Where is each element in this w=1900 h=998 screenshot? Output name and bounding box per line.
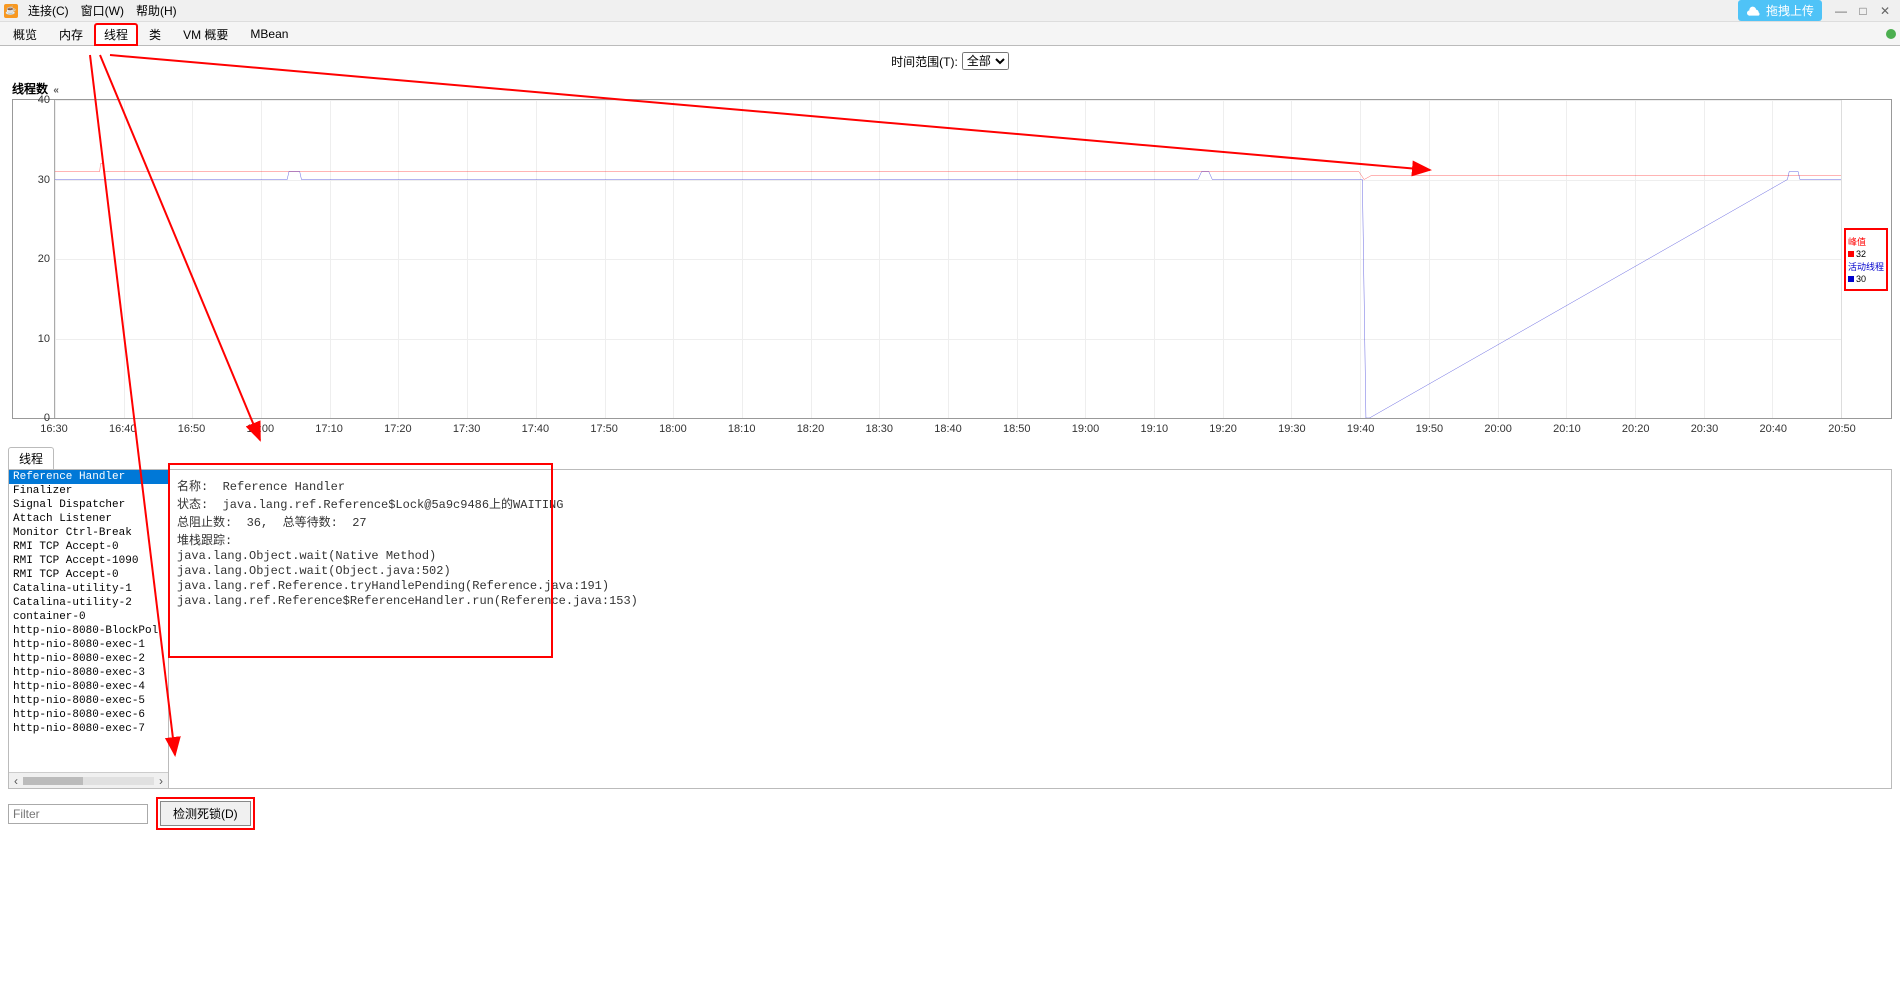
y-tick: 20 <box>38 253 50 265</box>
filter-input[interactable] <box>8 804 148 824</box>
cloud-upload-label: 拖拽上传 <box>1766 2 1814 19</box>
thread-list-item[interactable]: http-nio-8080-BlockPol <box>9 624 168 638</box>
chart-series-活动线程 <box>55 172 1841 418</box>
thread-list-item[interactable]: http-nio-8080-exec-4 <box>9 680 168 694</box>
x-tick: 16:40 <box>109 423 137 435</box>
x-tick: 20:50 <box>1828 423 1856 435</box>
thread-list-items[interactable]: Reference HandlerFinalizerSignal Dispatc… <box>9 470 168 772</box>
x-tick: 19:20 <box>1209 423 1237 435</box>
legend-value: 30 <box>1848 274 1884 284</box>
scroll-left-icon[interactable]: ‹ <box>9 774 23 788</box>
close-button[interactable]: ✕ <box>1875 3 1895 19</box>
thread-list-item[interactable]: http-nio-8080-exec-6 <box>9 708 168 722</box>
detail-line: 状态: java.lang.ref.Reference$Lock@5a9c948… <box>177 495 1883 512</box>
x-tick: 18:00 <box>659 423 687 435</box>
y-tick: 30 <box>38 174 50 186</box>
thread-list-item[interactable]: http-nio-8080-exec-5 <box>9 694 168 708</box>
thread-list-item[interactable]: Catalina-utility-1 <box>9 582 168 596</box>
x-tick: 19:50 <box>1416 423 1444 435</box>
threads-subtab[interactable]: 线程 <box>8 447 54 469</box>
x-tick: 17:20 <box>384 423 412 435</box>
x-tick: 16:50 <box>178 423 206 435</box>
chart-series-峰值 <box>55 164 1841 180</box>
x-tick: 19:10 <box>1141 423 1169 435</box>
x-tick: 17:00 <box>247 423 275 435</box>
detail-line: 堆栈跟踪: <box>177 531 1883 548</box>
x-tick: 17:10 <box>315 423 343 435</box>
thread-list-item[interactable]: http-nio-8080-exec-3 <box>9 666 168 680</box>
time-range-select[interactable]: 全部 <box>962 52 1009 70</box>
thread-list-item[interactable]: RMI TCP Accept-1090 <box>9 554 168 568</box>
x-tick: 18:20 <box>797 423 825 435</box>
x-tick: 17:40 <box>522 423 550 435</box>
thread-list-hscroll[interactable]: ‹ › <box>9 772 168 788</box>
thread-detail-pane: 名称: Reference Handler状态: java.lang.ref.R… <box>169 470 1891 788</box>
detail-line: 名称: Reference Handler <box>177 477 1883 494</box>
menu-window[interactable]: 窗口(W) <box>75 0 130 21</box>
y-tick: 40 <box>38 94 50 106</box>
thread-chart: 010203040 峰值32活动线程30 <box>12 99 1892 419</box>
tab-memory[interactable]: 内存 <box>48 22 94 46</box>
tab-threads[interactable]: 线程 <box>94 23 138 46</box>
thread-list-item[interactable]: container-0 <box>9 610 168 624</box>
main-tabbar: 概览 内存 线程 类 VM 概要 MBean <box>0 22 1900 46</box>
tab-vm-summary[interactable]: VM 概要 <box>172 22 239 46</box>
thread-list-item[interactable]: RMI TCP Accept-0 <box>9 568 168 582</box>
tab-overview[interactable]: 概览 <box>2 22 48 46</box>
x-tick: 17:30 <box>453 423 481 435</box>
thread-list-item[interactable]: Reference Handler <box>9 470 168 484</box>
thread-list-item[interactable]: Catalina-utility-2 <box>9 596 168 610</box>
time-range-label: 时间范围(T): <box>891 53 958 70</box>
legend-item: 峰值 <box>1848 235 1884 248</box>
detail-line: java.lang.ref.Reference$ReferenceHandler… <box>177 594 1883 608</box>
thread-list-item[interactable]: Finalizer <box>9 484 168 498</box>
y-tick: 10 <box>38 333 50 345</box>
x-tick: 19:40 <box>1347 423 1375 435</box>
x-tick: 18:50 <box>1003 423 1031 435</box>
cloud-upload-button[interactable]: 拖拽上传 <box>1738 0 1822 21</box>
x-tick: 19:00 <box>1072 423 1100 435</box>
tab-mbean[interactable]: MBean <box>239 23 299 44</box>
cloud-icon <box>1746 5 1762 17</box>
titlebar: ☕ 连接(C) 窗口(W) 帮助(H) 拖拽上传 — □ ✕ <box>0 0 1900 22</box>
thread-list-item[interactable]: RMI TCP Accept-0 <box>9 540 168 554</box>
thread-list-item[interactable]: Monitor Ctrl-Break <box>9 526 168 540</box>
menu-help[interactable]: 帮助(H) <box>130 0 183 21</box>
time-range-row: 时间范围(T): 全部 <box>0 46 1900 76</box>
thread-list-item[interactable]: Attach Listener <box>9 512 168 526</box>
collapse-chart-icon[interactable]: « <box>53 85 59 96</box>
thread-list-item[interactable]: http-nio-8080-exec-7 <box>9 722 168 736</box>
detect-deadlock-button[interactable]: 检测死锁(D) <box>160 801 251 826</box>
detail-line: java.lang.Object.wait(Object.java:502) <box>177 564 1883 578</box>
chart-legend: 峰值32活动线程30 <box>1841 100 1891 418</box>
java-icon: ☕ <box>4 4 18 18</box>
legend-value: 32 <box>1848 249 1884 259</box>
x-tick: 18:30 <box>865 423 893 435</box>
chart-title: 线程数 « <box>12 80 1892 97</box>
thread-list-item[interactable]: http-nio-8080-exec-1 <box>9 638 168 652</box>
thread-list: Reference HandlerFinalizerSignal Dispatc… <box>9 470 169 788</box>
minimize-button[interactable]: — <box>1831 3 1851 19</box>
x-tick: 20:00 <box>1484 423 1512 435</box>
thread-list-item[interactable]: http-nio-8080-exec-2 <box>9 652 168 666</box>
scroll-right-icon[interactable]: › <box>154 774 168 788</box>
maximize-button[interactable]: □ <box>1853 3 1873 19</box>
menu-connect[interactable]: 连接(C) <box>22 0 75 21</box>
detail-line: 总阻止数: 36, 总等待数: 27 <box>177 513 1883 530</box>
detail-line: java.lang.ref.Reference.tryHandlePending… <box>177 579 1883 593</box>
legend-item: 活动线程 <box>1848 260 1884 273</box>
x-tick: 20:30 <box>1691 423 1719 435</box>
x-tick: 18:40 <box>934 423 962 435</box>
connection-status-icon <box>1886 29 1896 39</box>
thread-list-item[interactable]: Signal Dispatcher <box>9 498 168 512</box>
x-tick: 19:30 <box>1278 423 1306 435</box>
x-tick: 20:10 <box>1553 423 1581 435</box>
x-tick: 20:40 <box>1759 423 1787 435</box>
tab-classes[interactable]: 类 <box>138 22 172 46</box>
detail-line: java.lang.Object.wait(Native Method) <box>177 549 1883 563</box>
x-tick: 18:10 <box>728 423 756 435</box>
x-tick: 20:20 <box>1622 423 1650 435</box>
x-tick: 17:50 <box>590 423 618 435</box>
x-tick: 16:30 <box>40 423 68 435</box>
